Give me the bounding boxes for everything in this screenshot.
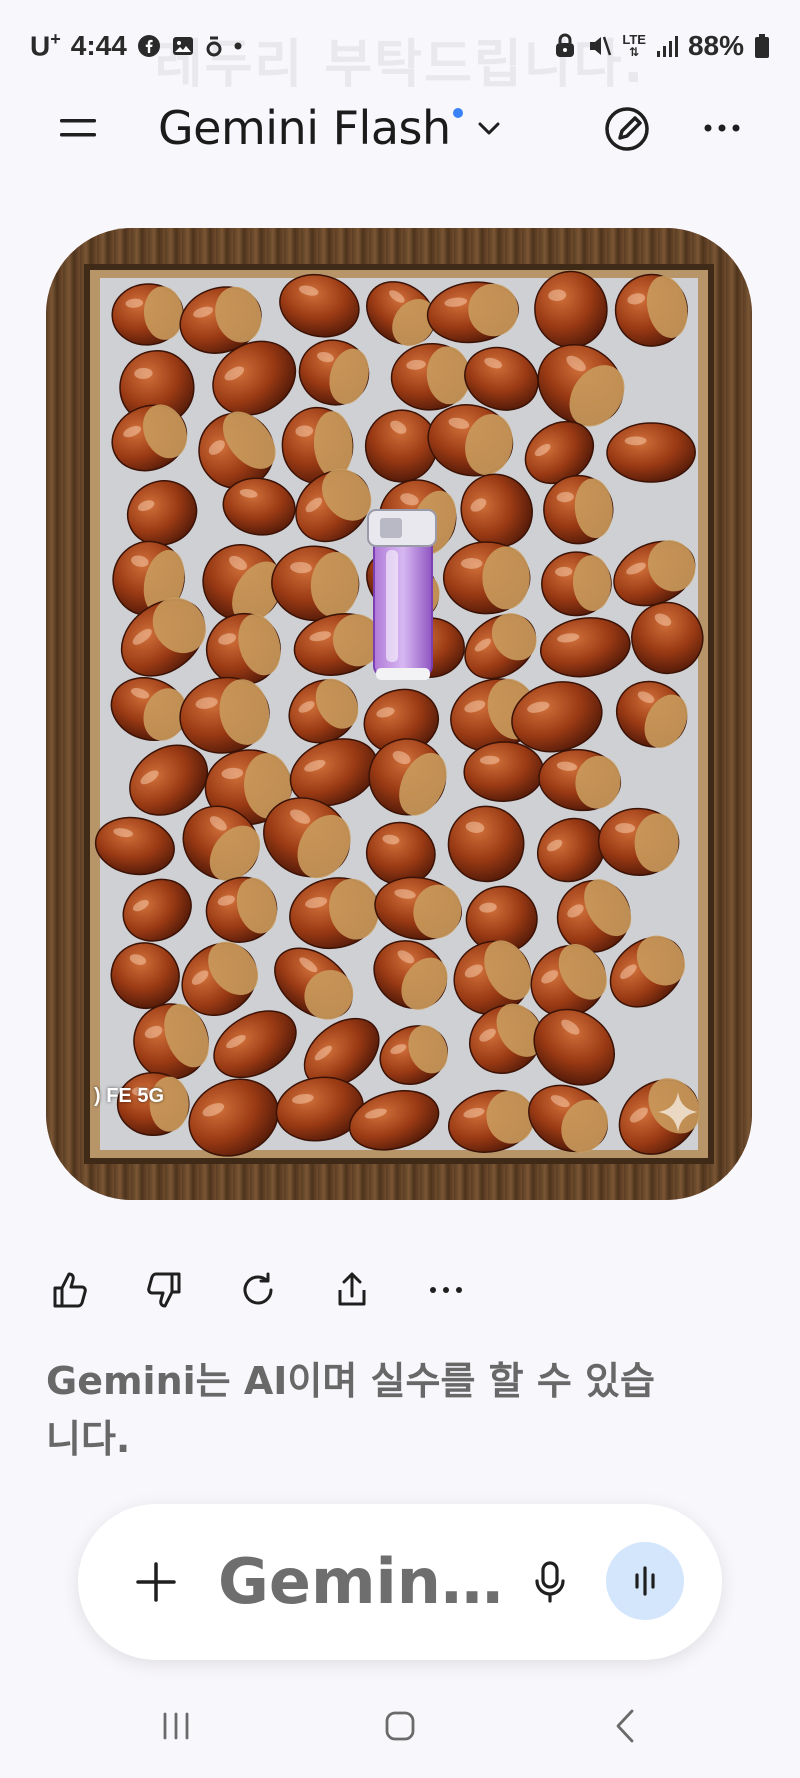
chestnut <box>533 1008 615 1086</box>
lighter <box>367 509 437 680</box>
live-waveform-button[interactable] <box>606 1542 684 1620</box>
ai-disclaimer: Gemini는 AI이며 실수를 할 수 있습니다. <box>46 1359 655 1461</box>
page-title: Gemini Flash <box>158 101 463 155</box>
regenerate-icon[interactable] <box>234 1266 282 1314</box>
plus-icon[interactable] <box>134 1560 178 1604</box>
chestnut <box>463 741 545 802</box>
mute-icon <box>586 33 612 59</box>
chestnut <box>379 1025 448 1085</box>
recents-icon[interactable] <box>160 1710 192 1742</box>
chestnut <box>538 748 622 812</box>
model-selector[interactable]: Gemini Flash <box>158 96 503 160</box>
chestnut <box>447 1089 535 1153</box>
chestnut <box>122 878 192 942</box>
chestnut <box>606 422 696 483</box>
chestnut <box>442 541 531 615</box>
thumbs-up-icon[interactable] <box>46 1266 94 1314</box>
chestnut <box>111 283 184 346</box>
back-icon[interactable] <box>612 1708 638 1744</box>
notification-icon <box>205 34 223 58</box>
battery-percent: 88% <box>687 30 744 61</box>
prompt-input[interactable]: Gemini... <box>218 1544 518 1620</box>
chestnut <box>298 339 370 406</box>
chestnut <box>188 1078 279 1157</box>
chestnut <box>94 816 175 876</box>
chestnut <box>205 876 278 943</box>
more-horizontal-icon[interactable] <box>700 114 744 142</box>
status-left: U+ 4:44 <box>30 28 243 64</box>
signal-icon <box>656 34 678 58</box>
gemini-sparkle-icon <box>658 1092 698 1132</box>
chestnut <box>539 617 631 678</box>
chestnut <box>447 805 525 883</box>
chestnut <box>464 613 537 680</box>
system-nav-bar <box>0 1690 800 1778</box>
gallery-icon <box>171 34 195 58</box>
home-icon[interactable] <box>384 1710 416 1742</box>
chestnut <box>534 270 608 349</box>
live-waveform-icon <box>635 1566 655 1596</box>
dot-icon <box>233 41 243 51</box>
app-header: Gemini Flash <box>0 92 800 164</box>
uploaded-photo[interactable]: ) FE 5G <box>46 228 752 1200</box>
chestnut <box>597 807 680 876</box>
prompt-input-bar[interactable]: Gemini... <box>78 1504 722 1660</box>
lock-status-icon <box>554 33 576 59</box>
carrier-label: U+ <box>30 29 61 62</box>
status-time: 4:44 <box>70 30 127 61</box>
chestnut <box>390 342 471 411</box>
response-actions <box>46 1262 470 1318</box>
microphone-icon[interactable] <box>532 1560 568 1604</box>
more-horizontal-icon[interactable] <box>422 1266 470 1314</box>
chestnut <box>616 680 688 748</box>
chestnut <box>426 281 519 344</box>
chestnut <box>289 877 380 949</box>
facebook-icon <box>137 34 161 58</box>
chestnut <box>541 551 612 617</box>
chestnuts-image <box>94 270 704 1157</box>
new-indicator-dot <box>452 108 463 118</box>
hamburger-menu-icon[interactable] <box>58 110 98 146</box>
status-right: LTE ⇅ 88% <box>554 28 770 64</box>
chestnut <box>271 545 360 622</box>
chestnut <box>528 1084 608 1153</box>
thumbs-down-icon[interactable] <box>140 1266 188 1314</box>
edit-pen-icon[interactable] <box>602 104 652 154</box>
camera-watermark: ) FE 5G <box>94 1085 165 1107</box>
chevron-down-icon <box>478 122 500 135</box>
chestnut <box>126 480 198 546</box>
status-bar: 레두리 부탁드립니다. U+ 4:44 LTE ⇅ 88% <box>0 0 800 95</box>
share-icon[interactable] <box>328 1266 376 1314</box>
lte-icon: LTE ⇅ <box>622 32 646 59</box>
chestnut <box>373 940 448 1010</box>
chestnut <box>279 273 360 338</box>
chestnut <box>614 273 688 347</box>
chestnut <box>374 876 462 941</box>
battery-icon <box>754 33 770 59</box>
